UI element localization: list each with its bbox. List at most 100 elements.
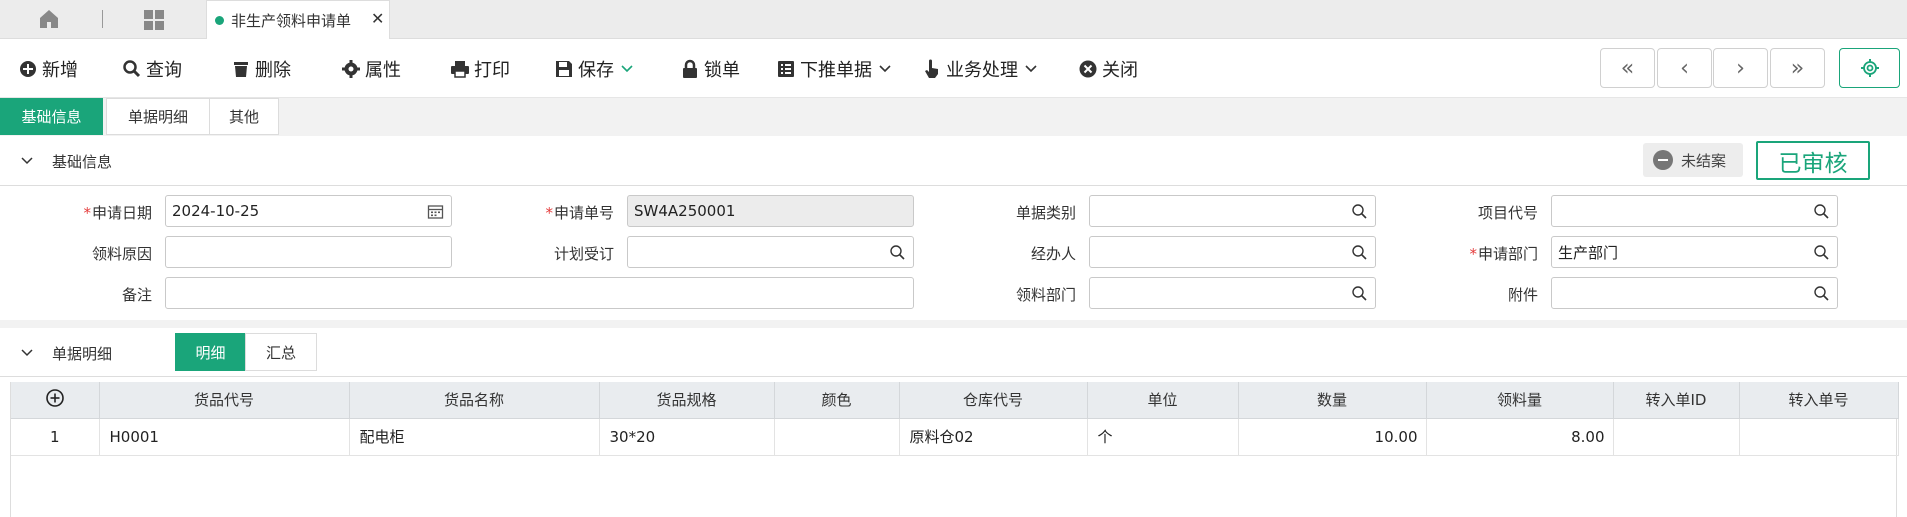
search-icon[interactable]: [889, 244, 906, 261]
tab-separator: [102, 10, 103, 28]
doc-type-label: 单据类别: [1015, 204, 1076, 222]
project-code-field[interactable]: [1551, 195, 1838, 227]
apply-date-field[interactable]: 2024-10-25: [165, 195, 452, 227]
add-button[interactable]: 新增: [18, 56, 78, 82]
reason-field[interactable]: [165, 236, 452, 268]
close-button[interactable]: 关闭: [1078, 56, 1138, 82]
search-icon[interactable]: [1351, 285, 1368, 302]
pick-dept-field[interactable]: [1089, 277, 1376, 309]
reason-label: 领料原因: [91, 245, 152, 263]
search-icon[interactable]: [1351, 203, 1368, 220]
cell-transfer-id[interactable]: [1613, 418, 1740, 456]
column-header[interactable]: 货品代号: [99, 382, 350, 419]
print-button[interactable]: 打印: [450, 56, 510, 82]
tab-summary[interactable]: 汇总: [245, 333, 317, 371]
document-tab[interactable]: 非生产领料申请单 ✕: [206, 0, 390, 39]
settings-button[interactable]: [1839, 48, 1900, 88]
push-down-button[interactable]: 下推单据: [776, 56, 892, 82]
status-badge-unfinished: 未结案: [1643, 143, 1743, 177]
chevron-down-icon[interactable]: [1024, 62, 1038, 76]
remark-label: 备注: [121, 286, 152, 304]
business-button[interactable]: 业务处理: [922, 56, 1038, 82]
chevron-down-icon[interactable]: [20, 346, 34, 360]
delete-label: 删除: [255, 60, 291, 81]
gear-icon: [1860, 59, 1879, 77]
close-circle-icon: [1079, 60, 1097, 78]
save-button[interactable]: 保存: [554, 56, 634, 82]
apps-grid-icon[interactable]: [143, 9, 165, 30]
first-record-button[interactable]: «: [1600, 48, 1655, 88]
add-row-button[interactable]: [11, 382, 100, 419]
column-header[interactable]: 转入单号: [1739, 382, 1899, 419]
calendar-icon[interactable]: [427, 203, 444, 220]
doc-type-field[interactable]: [1089, 195, 1376, 227]
search-icon[interactable]: [1813, 203, 1830, 220]
column-header[interactable]: 数量: [1238, 382, 1427, 419]
tab-basic-info[interactable]: 基础信息: [0, 98, 103, 135]
attachment-field[interactable]: [1551, 277, 1838, 309]
column-header[interactable]: 颜色: [774, 382, 900, 419]
plan-order-field[interactable]: [627, 236, 914, 268]
table-row[interactable]: 1 H0001 配电柜 30*20 原料仓02 个 10.00 8.00: [11, 418, 1899, 456]
next-record-button[interactable]: ›: [1713, 48, 1768, 88]
cell-item-name[interactable]: 配电柜: [349, 418, 600, 456]
search-icon[interactable]: [1813, 244, 1830, 261]
hand-pointer-icon: [925, 59, 938, 78]
prev-record-icon: ‹: [1680, 55, 1689, 81]
home-icon[interactable]: [38, 9, 60, 29]
cell-quantity[interactable]: 10.00: [1238, 418, 1427, 456]
tab-other[interactable]: 其他: [209, 98, 279, 135]
cell-item-code[interactable]: H0001: [99, 418, 350, 456]
query-label: 查询: [146, 60, 182, 81]
tab-summary-label: 汇总: [265, 343, 296, 362]
remark-field[interactable]: [165, 277, 914, 309]
basic-info-section-header[interactable]: 基础信息: [0, 136, 1907, 186]
cell-item-spec[interactable]: 30*20: [599, 418, 775, 456]
properties-button[interactable]: 属性: [341, 56, 401, 82]
column-header[interactable]: 转入单ID: [1613, 382, 1740, 419]
cell-transfer-no[interactable]: [1739, 418, 1899, 456]
tab-basic-info-label: 基础信息: [21, 108, 82, 126]
save-label: 保存: [578, 60, 614, 81]
handler-field[interactable]: [1089, 236, 1376, 268]
search-icon[interactable]: [1351, 244, 1368, 261]
cell-pick-quantity[interactable]: 8.00: [1426, 418, 1614, 456]
pick-dept-label: 领料部门: [1015, 286, 1076, 304]
active-dot-icon: [215, 16, 224, 25]
detail-section-title: 单据明细: [52, 345, 113, 363]
cell-unit[interactable]: 个: [1087, 418, 1239, 456]
apply-dept-label: *申请部门: [1469, 245, 1538, 263]
tab-detail[interactable]: 明细: [175, 333, 246, 371]
column-header[interactable]: 单位: [1087, 382, 1239, 419]
last-record-button[interactable]: »: [1770, 48, 1825, 88]
document-tab-label: 非生产领料申请单: [231, 12, 352, 30]
close-tab-icon[interactable]: ✕: [371, 9, 384, 28]
lock-button[interactable]: 锁单: [680, 56, 740, 82]
print-label: 打印: [474, 60, 510, 81]
chevron-down-icon[interactable]: [20, 154, 34, 168]
delete-button[interactable]: 删除: [231, 56, 291, 82]
chevron-down-icon[interactable]: [620, 62, 634, 76]
tab-bar: 非生产领料申请单 ✕: [0, 0, 1907, 39]
cell-color[interactable]: [774, 418, 900, 456]
tab-document-detail-label: 单据明细: [127, 108, 188, 126]
column-header[interactable]: 货品规格: [599, 382, 775, 419]
column-header[interactable]: 货品名称: [349, 382, 600, 419]
apply-dept-field[interactable]: 生产部门: [1551, 236, 1838, 268]
lock-label: 锁单: [704, 60, 740, 81]
column-header[interactable]: 仓库代号: [899, 382, 1088, 419]
tab-document-detail[interactable]: 单据明细: [106, 98, 210, 135]
cell-warehouse[interactable]: 原料仓02: [899, 418, 1088, 456]
chevron-down-icon[interactable]: [878, 62, 892, 76]
search-icon: [123, 60, 141, 78]
prev-record-button[interactable]: ‹: [1657, 48, 1712, 88]
first-record-icon: «: [1620, 55, 1635, 81]
search-icon[interactable]: [1813, 285, 1830, 302]
sub-tabs: 基础信息 单据明细 其他: [0, 98, 1907, 136]
query-button[interactable]: 查询: [122, 56, 182, 82]
column-header[interactable]: 领料量: [1426, 382, 1614, 419]
minus-circle-icon: [1653, 150, 1673, 170]
apply-no-field[interactable]: SW4A250001: [627, 195, 914, 227]
status-unfinished-label: 未结案: [1681, 151, 1727, 170]
apply-no-label: *申请单号: [545, 204, 614, 222]
